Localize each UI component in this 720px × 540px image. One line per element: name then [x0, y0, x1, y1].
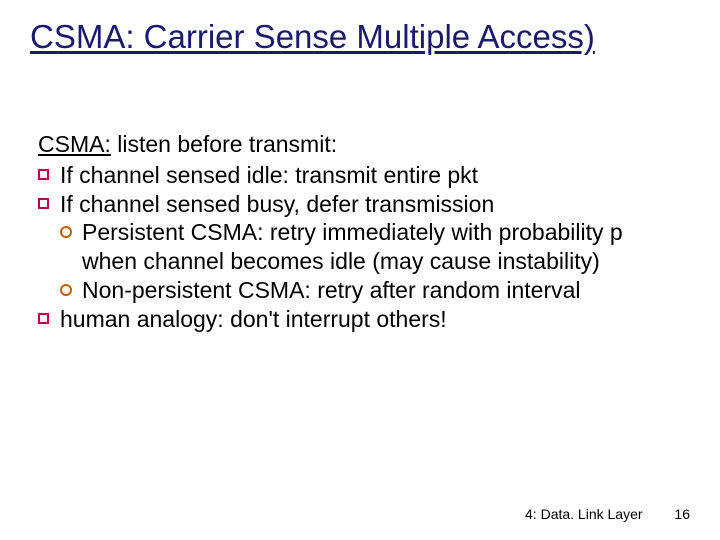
footer-page-number: 16 [674, 506, 690, 522]
bullet-nonpersistent-text: Non-persistent CSMA: retry after random … [82, 277, 581, 303]
lead-rest: listen before transmit: [111, 131, 337, 157]
bullet-idle-text: If channel sensed idle: transmit entire … [60, 162, 478, 188]
bullet-analogy-text: human analogy: don't interrupt others! [60, 306, 447, 332]
bullet-busy: If channel sensed busy, defer transmissi… [38, 190, 678, 219]
bullet-persistent: Persistent CSMA: retry immediately with … [60, 218, 678, 276]
slide: CSMA: Carrier Sense Multiple Access) CSM… [0, 0, 720, 540]
bullet-idle: If channel sensed idle: transmit entire … [38, 161, 678, 190]
bullet-persistent-text: Persistent CSMA: retry immediately with … [82, 219, 623, 274]
bullet-busy-text: If channel sensed busy, defer transmissi… [60, 191, 494, 217]
bullet-analogy: human analogy: don't interrupt others! [38, 305, 678, 334]
slide-body: CSMA: listen before transmit: If channel… [38, 130, 678, 333]
footer: 4: Data. Link Layer 16 [525, 506, 690, 522]
bullet-nonpersistent: Non-persistent CSMA: retry after random … [60, 276, 678, 305]
slide-title: CSMA: Carrier Sense Multiple Access) [30, 18, 595, 56]
footer-chapter: 4: Data. Link Layer [525, 506, 643, 522]
lead-label: CSMA: [38, 131, 111, 157]
lead-line: CSMA: listen before transmit: [38, 130, 678, 159]
